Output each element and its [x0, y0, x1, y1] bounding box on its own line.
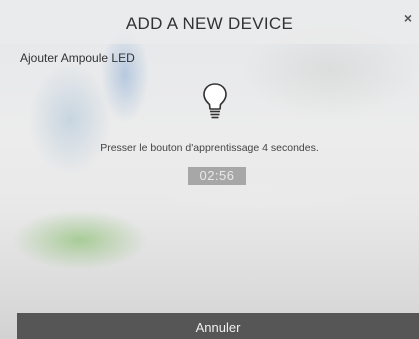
device-type-label: Ajouter Ampoule LED: [20, 51, 135, 65]
countdown-timer: 02:56: [188, 167, 246, 185]
dialog-header: ADD A NEW DEVICE ×: [0, 0, 419, 44]
dialog-title: ADD A NEW DEVICE: [125, 14, 294, 33]
cancel-button[interactable]: Annuler: [17, 313, 419, 339]
light-bulb-icon: [203, 83, 227, 119]
close-icon[interactable]: ×: [404, 11, 412, 25]
instruction-text: Presser le bouton d'apprentissage 4 seco…: [100, 142, 319, 154]
add-device-dialog: ADD A NEW DEVICE × Ajouter Ampoule LED P…: [0, 0, 419, 339]
